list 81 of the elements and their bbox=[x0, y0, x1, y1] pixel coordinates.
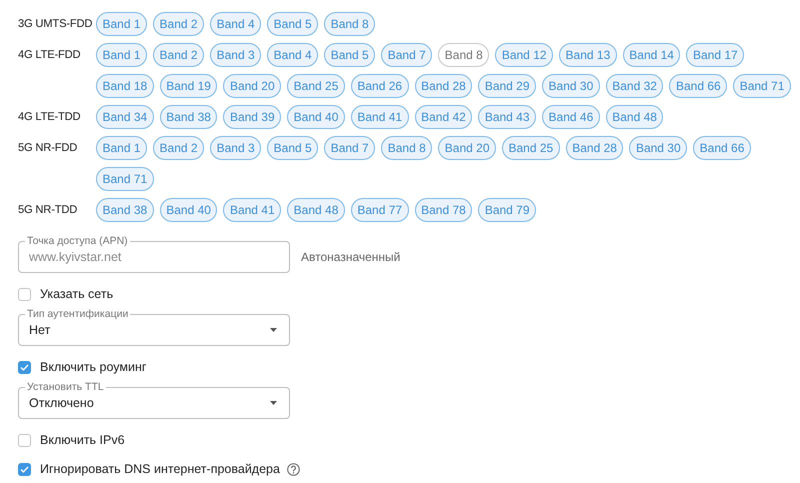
band-chip[interactable]: Band 48 bbox=[606, 105, 664, 129]
text-field[interactable]: Точка доступа (APN) www.kyivstar.net bbox=[18, 236, 290, 273]
band-chip[interactable]: Band 2 bbox=[153, 43, 204, 67]
checkbox[interactable] bbox=[18, 462, 31, 476]
band-chip[interactable]: Band 20 bbox=[438, 136, 496, 160]
band-chip[interactable]: Band 19 bbox=[160, 74, 218, 98]
band-chip[interactable]: Band 25 bbox=[287, 74, 345, 98]
band-chip[interactable]: Band 17 bbox=[686, 43, 744, 67]
band-chip[interactable]: Band 30 bbox=[542, 74, 600, 98]
band-chip[interactable]: Band 20 bbox=[223, 74, 282, 98]
band-chip[interactable]: Band 29 bbox=[478, 74, 536, 98]
band-group-label: 4G LTE-TDD bbox=[18, 110, 82, 125]
band-chip[interactable]: Band 42 bbox=[414, 105, 472, 129]
band-chip[interactable]: Band 38 bbox=[160, 105, 218, 129]
field-label: Установить TTL bbox=[26, 382, 105, 393]
band-chip[interactable]: Band 2 bbox=[153, 136, 204, 160]
band-chip[interactable]: Band 18 bbox=[96, 74, 154, 98]
band-group-label: 3G UMTS-FDD bbox=[18, 17, 94, 32]
band-chip[interactable]: Band 40 bbox=[160, 198, 218, 222]
band-chip[interactable]: Band 39 bbox=[223, 105, 282, 129]
band-group-label: 5G NR-FDD bbox=[18, 141, 78, 156]
band-chip[interactable]: Band 26 bbox=[350, 74, 409, 98]
band-chip[interactable]: Band 2 bbox=[153, 12, 204, 36]
band-chip[interactable]: Band 4 bbox=[267, 43, 318, 67]
band-chip[interactable]: Band 66 bbox=[669, 74, 728, 98]
band-chip[interactable]: Band 78 bbox=[414, 198, 472, 222]
band-group-label: 4G LTE-FDD bbox=[18, 48, 82, 63]
band-chip[interactable]: Band 5 bbox=[267, 12, 318, 36]
checkbox-label: Игнорировать DNS интернет-провайдера bbox=[40, 460, 280, 478]
band-chip[interactable]: Band 34 bbox=[96, 105, 154, 129]
band-chip[interactable]: Band 28 bbox=[414, 74, 472, 98]
band-chip[interactable]: Band 43 bbox=[478, 105, 536, 129]
field-label: Точка доступа (APN) bbox=[26, 236, 129, 247]
dropdown[interactable]: Установить TTL Отключено bbox=[18, 382, 290, 419]
band-chip[interactable]: Band 46 bbox=[542, 105, 600, 129]
band-chip[interactable]: Band 5 bbox=[324, 43, 376, 67]
checkbox[interactable] bbox=[18, 360, 31, 374]
band-chip[interactable]: Band 7 bbox=[381, 43, 432, 67]
band-chip[interactable]: Band 48 bbox=[287, 198, 345, 222]
band-chip[interactable]: Band 7 bbox=[324, 136, 376, 160]
band-chip[interactable]: Band 38 bbox=[96, 198, 154, 222]
band-chip[interactable]: Band 14 bbox=[622, 43, 680, 67]
band-group-label: 5G NR-TDD bbox=[18, 203, 78, 218]
checkbox-label: Включить роуминг bbox=[40, 358, 146, 376]
caret-icon bbox=[270, 401, 277, 405]
band-chip[interactable]: Band 77 bbox=[350, 198, 409, 222]
band-chip[interactable]: Band 8 bbox=[324, 12, 376, 36]
checkbox[interactable] bbox=[18, 434, 31, 446]
band-chip[interactable]: Band 3 bbox=[210, 43, 262, 67]
band-chip[interactable]: Band 1 bbox=[96, 43, 148, 67]
band-chip[interactable]: Band 3 bbox=[210, 136, 262, 160]
dropdown[interactable]: Тип аутентификации Нет bbox=[18, 309, 290, 346]
band-chip[interactable]: Band 25 bbox=[502, 136, 560, 160]
band-chip[interactable]: Band 32 bbox=[606, 74, 664, 98]
text-input[interactable]: www.kyivstar.net bbox=[29, 247, 279, 267]
caret-icon bbox=[270, 328, 277, 332]
band-chip[interactable]: Band 40 bbox=[287, 105, 345, 129]
band-chip[interactable]: Band 66 bbox=[693, 136, 751, 160]
band-chip[interactable]: Band 30 bbox=[629, 136, 688, 160]
band-chip[interactable]: Band 8 bbox=[381, 136, 432, 160]
band-chip[interactable]: Band 71 bbox=[96, 167, 154, 191]
band-chip[interactable]: Band 12 bbox=[495, 43, 554, 67]
checkbox-label: Указать сеть bbox=[40, 286, 114, 303]
band-chip[interactable]: Band 28 bbox=[566, 136, 624, 160]
band-chip[interactable]: Band 41 bbox=[223, 198, 282, 222]
field-hint: Автоназначенный bbox=[301, 249, 400, 266]
band-chip[interactable]: Band 4 bbox=[210, 12, 262, 36]
band-chip[interactable]: Band 41 bbox=[350, 105, 409, 129]
checkbox-label: Включить IPv6 bbox=[40, 432, 125, 449]
band-chip[interactable]: Band 71 bbox=[733, 74, 791, 98]
band-chip[interactable]: Band 8 bbox=[438, 43, 490, 67]
band-chip[interactable]: Band 79 bbox=[478, 198, 536, 222]
check-icon bbox=[20, 364, 29, 370]
band-chip[interactable]: Band 5 bbox=[267, 136, 318, 160]
check-icon bbox=[20, 466, 29, 472]
checkbox[interactable] bbox=[18, 288, 31, 300]
band-chip[interactable]: Band 13 bbox=[559, 43, 617, 67]
band-chip[interactable]: Band 1 bbox=[96, 12, 148, 36]
field-label: Тип аутентификации bbox=[26, 309, 130, 320]
band-chip[interactable]: Band 1 bbox=[96, 136, 148, 160]
help-icon[interactable] bbox=[286, 462, 300, 476]
